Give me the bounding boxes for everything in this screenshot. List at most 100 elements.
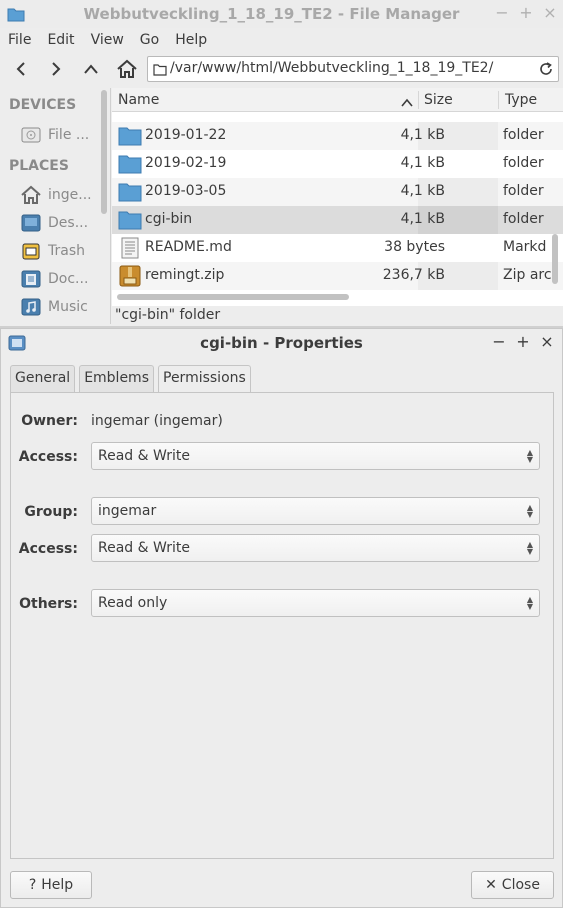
close-window-button[interactable]: ×: [540, 333, 554, 351]
sidebar-item-filesystem[interactable]: File ...: [20, 122, 89, 148]
sidebar-item-trash[interactable]: Trash: [20, 238, 85, 264]
owner-label: Owner:: [21, 413, 78, 429]
column-size-header[interactable]: Size: [424, 92, 453, 108]
owner-access-select[interactable]: Read & Write ▲ ▼: [91, 442, 540, 470]
sidebar-item-documents[interactable]: Doc...: [20, 266, 88, 292]
file-size: 4,1 kB: [400, 183, 445, 199]
sidebar-item-label: Doc...: [48, 271, 89, 287]
tab-general[interactable]: General: [10, 365, 76, 392]
desktop-icon: [21, 214, 41, 232]
home-button[interactable]: [113, 56, 141, 82]
list-item[interactable]: README.md 38 bytes Markd: [112, 234, 563, 262]
owner-access-label: Access:: [18, 449, 78, 465]
folder-icon: [118, 209, 142, 235]
vertical-scrollbar[interactable]: [552, 234, 558, 284]
properties-dialog: cgi-bin - Properties − + × General Emble…: [0, 328, 563, 908]
group-access-select[interactable]: Read & Write ▲ ▼: [91, 534, 540, 562]
menu-file[interactable]: File: [0, 28, 39, 52]
forward-arrow-icon: [52, 62, 61, 76]
back-arrow-icon: [16, 62, 25, 76]
sidebar-item-home[interactable]: inge...: [20, 182, 92, 208]
folder-icon: [118, 181, 142, 207]
file-list: Name Size Type 2019-01-22 4,1 kB folder …: [112, 88, 563, 306]
forward-button[interactable]: [42, 56, 70, 82]
file-size: 38 bytes: [384, 239, 445, 255]
sidebar-item-desktop[interactable]: Des...: [20, 210, 88, 236]
column-name-header[interactable]: Name: [118, 92, 159, 108]
menu-edit[interactable]: Edit: [39, 28, 82, 52]
menu-go[interactable]: Go: [132, 28, 167, 52]
file-type: Zip arc: [503, 267, 552, 283]
drive-icon: [21, 127, 41, 143]
location-bar[interactable]: /var/www/html/Webbutveckling_1_18_19_TE2…: [147, 56, 559, 82]
status-bar: "cgi-bin" folder: [115, 307, 221, 323]
spinner-arrows-icon: ▲ ▼: [526, 595, 533, 611]
close-icon: ✕: [485, 877, 497, 893]
tab-permissions[interactable]: Permissions: [158, 365, 251, 393]
file-manager-window: Webbutveckling_1_18_19_TE2 - File Manage…: [0, 0, 563, 328]
documents-icon: [21, 270, 41, 288]
sidebar-item-label: Music: [48, 299, 88, 315]
file-type: folder: [503, 155, 544, 171]
file-name: 2019-02-19: [145, 155, 227, 171]
sidebar-scrollbar[interactable]: [101, 90, 107, 214]
folder-app-icon: [7, 6, 25, 26]
file-type: folder: [503, 127, 544, 143]
others-access-select[interactable]: Read only ▲ ▼: [91, 589, 540, 617]
maximize-button[interactable]: +: [519, 4, 533, 22]
home-icon: [21, 185, 41, 204]
minimize-button[interactable]: −: [495, 4, 509, 22]
file-name: remingt.zip: [145, 267, 225, 283]
file-type: Markd: [503, 239, 547, 255]
file-name: cgi-bin: [145, 211, 193, 227]
list-item[interactable]: 2019-03-05 4,1 kB folder: [112, 178, 563, 206]
maximize-button[interactable]: +: [516, 333, 530, 351]
list-item[interactable]: 2019-02-19 4,1 kB folder: [112, 150, 563, 178]
file-name: 2019-03-05: [145, 183, 227, 199]
spinner-arrows-icon: ▲ ▼: [526, 540, 533, 556]
sort-ascending-icon: [401, 95, 413, 111]
sidebar-item-music[interactable]: Music: [20, 294, 88, 320]
help-button[interactable]: ? Help: [10, 871, 92, 899]
folder-icon: [118, 125, 142, 151]
file-size: 4,1 kB: [400, 211, 445, 227]
tab-bar: General Emblems Permissions: [10, 365, 255, 393]
close-window-button[interactable]: ×: [543, 4, 557, 22]
folder-icon: [153, 63, 167, 80]
column-type-header[interactable]: Type: [505, 92, 537, 108]
list-item-selected[interactable]: cgi-bin 4,1 kB folder: [112, 206, 563, 234]
file-size: 236,7 kB: [382, 267, 445, 283]
folder-icon: [118, 153, 142, 179]
location-path[interactable]: /var/www/html/Webbutveckling_1_18_19_TE2…: [170, 60, 493, 76]
spinner-arrows-icon: ▲ ▼: [526, 503, 533, 519]
group-select[interactable]: ingemar ▲ ▼: [91, 497, 540, 525]
help-icon: ?: [28, 877, 37, 893]
parent-folder-button[interactable]: [77, 56, 105, 82]
file-manager-titlebar[interactable]: Webbutveckling_1_18_19_TE2 - File Manage…: [0, 0, 563, 28]
menu-view[interactable]: View: [83, 28, 132, 52]
reload-icon[interactable]: [538, 61, 554, 81]
properties-titlebar[interactable]: cgi-bin - Properties − + ×: [1, 329, 562, 357]
text-file-icon: [118, 237, 142, 263]
close-button[interactable]: ✕ Close: [471, 871, 554, 899]
home-icon: [117, 59, 137, 78]
sidebar: DEVICES File ... PLACES inge... Des... T…: [0, 88, 111, 324]
menu-help[interactable]: Help: [167, 28, 215, 52]
horizontal-scrollbar[interactable]: [117, 294, 349, 300]
music-icon: [21, 298, 41, 316]
sidebar-item-label: Des...: [48, 215, 89, 231]
menu-bar: File Edit View Go Help: [0, 28, 563, 52]
others-label: Others:: [19, 596, 78, 612]
back-button[interactable]: [7, 56, 35, 82]
list-item[interactable]: [112, 112, 563, 118]
group-access-label: Access:: [18, 541, 78, 557]
window-title: Webbutveckling_1_18_19_TE2 - File Manage…: [83, 5, 460, 23]
folder-icon: [118, 112, 142, 116]
minimize-button[interactable]: −: [492, 333, 506, 351]
file-name: 2019-01-22: [145, 127, 227, 143]
file-size: 4,1 kB: [400, 155, 445, 171]
list-item[interactable]: remingt.zip 236,7 kB Zip arc: [112, 262, 563, 290]
tab-emblems[interactable]: Emblems: [79, 365, 154, 392]
column-separator: [418, 91, 419, 109]
list-item[interactable]: 2019-01-22 4,1 kB folder: [112, 122, 563, 150]
